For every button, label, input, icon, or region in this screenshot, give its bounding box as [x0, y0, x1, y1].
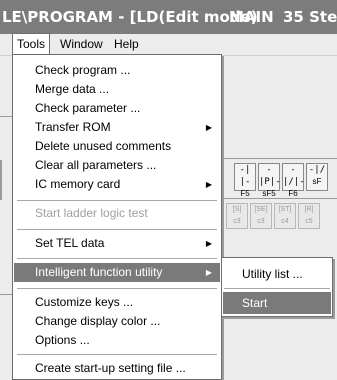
menu-item-transfer-rom[interactable]: Transfer ROM ▶ [14, 118, 220, 137]
menu-help[interactable]: Help [110, 34, 143, 55]
menu-item-label: Check program ... [35, 63, 131, 77]
menu-item-label: Set TEL data [35, 236, 105, 250]
step-key[interactable]: [ST] c4 [274, 203, 296, 229]
menu-item-create-startup-setting-file[interactable]: Create start-up setting file ... [14, 359, 220, 378]
menu-separator [17, 288, 217, 289]
step-count: 35 Step [283, 8, 337, 26]
menu-separator [17, 229, 217, 230]
contact-icon: -| |- [239, 165, 251, 187]
divider [222, 158, 337, 159]
set-edge-icon: [SE] [254, 206, 268, 213]
menu-item-intelligent-function-utility[interactable]: Intelligent function utility ▶ [14, 263, 220, 282]
tools-menu: Check program ... Merge data ... Check p… [12, 54, 222, 380]
menu-item-label: Merge data ... [35, 82, 110, 96]
submenu-item-utility-list[interactable]: Utility list ... [223, 263, 331, 285]
divider [0, 294, 12, 295]
menu-item-start-ladder-logic-test: Start ladder logic test [14, 204, 220, 223]
menu-item-label: Options ... [35, 333, 90, 347]
nc-pulse-icon: -|/ [308, 165, 326, 175]
menu-tools[interactable]: Tools [12, 33, 51, 55]
menu-item-label: Check parameter ... [35, 101, 141, 115]
key-label: F5 [240, 189, 250, 198]
menu-item-merge-data[interactable]: Merge data ... [14, 80, 220, 99]
menu-item-label: IC memory card [35, 177, 121, 191]
menu-item-change-display-color[interactable]: Change display color ... [14, 312, 220, 331]
submenu-item-label: Utility list ... [242, 267, 303, 281]
menu-item-label: Change display color ... [35, 314, 161, 328]
menu-window[interactable]: Window [56, 34, 107, 55]
pulse-contact-key[interactable]: -|P|- sF5 [258, 163, 281, 198]
window-title: LE\PROGRAM - [LD(Edit mode) [2, 8, 258, 26]
intelligent-function-submenu: Utility list ... Start [221, 257, 333, 317]
reset-key[interactable]: [R] c5 [298, 203, 320, 229]
submenu-arrow-icon: ▶ [205, 123, 212, 132]
step-icon: [ST] [278, 206, 292, 213]
menu-item-options[interactable]: Options ... [14, 331, 220, 350]
menu-separator [17, 200, 217, 201]
menu-separator [17, 258, 217, 259]
menu-item-delete-unused-comments[interactable]: Delete unused comments [14, 137, 220, 156]
menu-item-label: Intelligent function utility [35, 265, 163, 279]
nc-pulse-key[interactable]: -|/ sF [306, 163, 328, 191]
title-bar: LE\PROGRAM - [LD(Edit mode) MAIN 35 Step [0, 0, 337, 34]
key-label: sF5 [262, 189, 276, 198]
reset-icon: [R] [304, 206, 314, 213]
ladder-toolbar: -| |- F5 -|P|- sF5 -|/|- F6 -|/ sF [222, 163, 337, 198]
set-edge-key[interactable]: [SE] c3 [250, 203, 272, 229]
submenu-item-start[interactable]: Start [223, 292, 331, 314]
program-name: MAIN [229, 8, 274, 26]
submenu-arrow-icon: ▶ [205, 180, 212, 189]
divider [0, 160, 2, 200]
menu-item-ic-memory-card[interactable]: IC memory card ▶ [14, 175, 220, 194]
menu-bar: Tools Window Help [0, 33, 337, 56]
menu-item-label: Transfer ROM [35, 120, 111, 134]
submenu-item-label: Start [242, 296, 268, 310]
key-label: c5 [305, 218, 313, 225]
menu-item-customize-keys[interactable]: Customize keys ... [14, 293, 220, 312]
key-label: c3 [257, 218, 265, 225]
menu-item-check-parameter[interactable]: Check parameter ... [14, 99, 220, 118]
set-icon: [S] [232, 206, 242, 213]
menu-item-label: Delete unused comments [35, 139, 172, 153]
menu-item-label: Customize keys ... [35, 295, 134, 309]
menu-item-check-program[interactable]: Check program ... [14, 61, 220, 80]
submenu-arrow-icon: ▶ [205, 239, 212, 248]
ladder-toolbar-disabled: [S] c3 [SE] c3 [ST] c4 [R] c5 [222, 203, 337, 231]
menu-item-label: Start ladder logic test [35, 206, 148, 220]
menu-separator [224, 288, 330, 289]
key-label: c3 [233, 218, 241, 225]
contact-key[interactable]: -| |- F5 [234, 163, 256, 198]
key-label: sF [312, 177, 322, 186]
set-key[interactable]: [S] c3 [226, 203, 248, 229]
submenu-arrow-icon: ▶ [205, 268, 212, 277]
pulse-contact-icon: -|P|- [259, 165, 281, 187]
key-label: F6 [288, 189, 298, 198]
menu-item-label: Create start-up setting file ... [35, 361, 186, 375]
divider [0, 116, 12, 117]
key-label: c4 [281, 218, 289, 225]
nc-contact-icon: -|/|- [283, 165, 305, 187]
menu-separator [17, 354, 217, 355]
menu-item-label: Clear all parameters ... [35, 158, 157, 172]
menu-item-clear-all-parameters[interactable]: Clear all parameters ... [14, 156, 220, 175]
menu-item-set-tel-data[interactable]: Set TEL data ▶ [14, 234, 220, 253]
nc-contact-key[interactable]: -|/|- F6 [282, 163, 305, 198]
